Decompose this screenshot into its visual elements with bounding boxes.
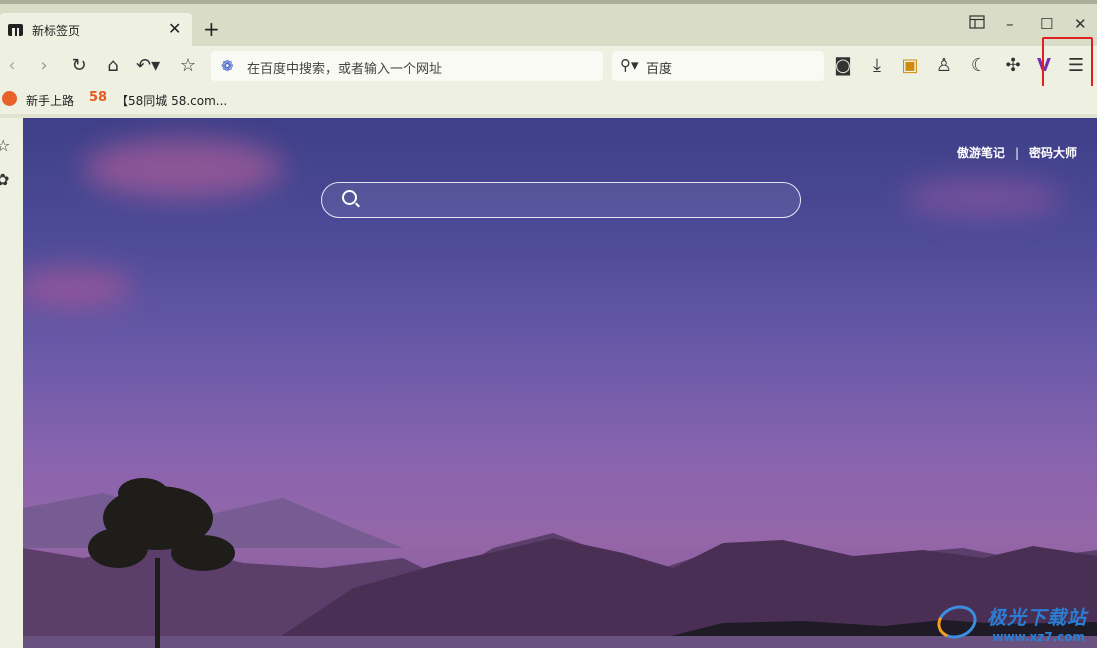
side-panel: ☆ ✿ [0,118,23,648]
window-top-border [0,0,1097,4]
bookmarks-bar: 新手上路 58 【58同城 58.com... [0,86,1097,114]
night-mode-icon[interactable]: ☾ [967,54,991,78]
bookmark-item-0[interactable]: 新手上路 [26,92,74,109]
camera-icon[interactable]: ◙ [831,54,855,78]
maxthon-logo-icon [8,24,23,36]
toolbar: ‹ › ↻ ⌂ ↶▾ ☆ ❁ 在百度中搜索，或者输入一个网址 ⚲▾ 百度 ◙ ⤓… [0,46,1097,86]
plugin-icon[interactable]: ✿ [0,170,9,189]
firefox-icon [2,91,17,106]
tab-title: 新标签页 [32,24,81,38]
58-badge-icon: 58 [89,90,108,105]
tab-strip: 新标签页 ✕ + – ☐ ✕ [0,0,1097,46]
bookmark-item-1[interactable]: 【58同城 58.com... [116,92,227,109]
content-links: 傲游笔记 | 密码大师 [957,144,1077,161]
background-cloud [903,178,1063,218]
menu-highlight-box [1042,37,1093,93]
new-tab-page: 傲游笔记 | 密码大师 极光下载站 www.xz7.com [23,118,1097,648]
background-cloud [23,268,133,308]
download-icon[interactable]: ⤓ [865,54,889,78]
extensions-icon[interactable]: ✣ [1001,54,1025,78]
mountain-landscape [23,478,1097,648]
search-engine-label: 百度 [646,62,673,77]
new-tab-button[interactable]: + [203,17,220,41]
search-box[interactable]: ⚲▾ 百度 [612,51,824,81]
new-tab-search-input[interactable] [321,182,801,218]
address-placeholder: 在百度中搜索，或者输入一个网址 [247,62,443,77]
address-bar[interactable]: ❁ 在百度中搜索，或者输入一个网址 [211,51,603,81]
link-separator: | [1014,146,1019,160]
star-icon[interactable]: ☆ [176,54,200,78]
search-icon[interactable]: ⚲▾ [620,56,639,74]
tab-close-icon[interactable]: ✕ [168,19,181,38]
back-icon[interactable]: ‹ [0,54,24,78]
home-icon[interactable]: ⌂ [101,54,125,78]
watermark-url: www.xz7.com [992,630,1085,644]
baidu-paw-icon: ❁ [221,57,234,75]
reload-icon[interactable]: ↻ [67,54,91,78]
favorites-icon[interactable]: ☆ [0,136,10,155]
search-icon [342,190,357,205]
account-icon[interactable]: ♙ [932,54,956,78]
minimize-button[interactable]: – [1006,15,1014,33]
undo-icon[interactable]: ↶▾ [136,54,160,78]
background-cloud [83,138,283,198]
tab-new-tab[interactable]: 新标签页 ✕ [0,13,192,46]
maximize-button[interactable]: ☐ [1040,15,1053,33]
close-window-button[interactable]: ✕ [1074,15,1087,33]
sidebar-toggle-icon[interactable] [969,15,985,33]
password-master-link[interactable]: 密码大师 [1029,146,1077,160]
forward-icon[interactable]: › [32,54,56,78]
notes-icon[interactable]: ▣ [898,54,922,78]
watermark-title: 极光下载站 [986,607,1087,629]
maxthon-notes-link[interactable]: 傲游笔记 [957,146,1005,160]
